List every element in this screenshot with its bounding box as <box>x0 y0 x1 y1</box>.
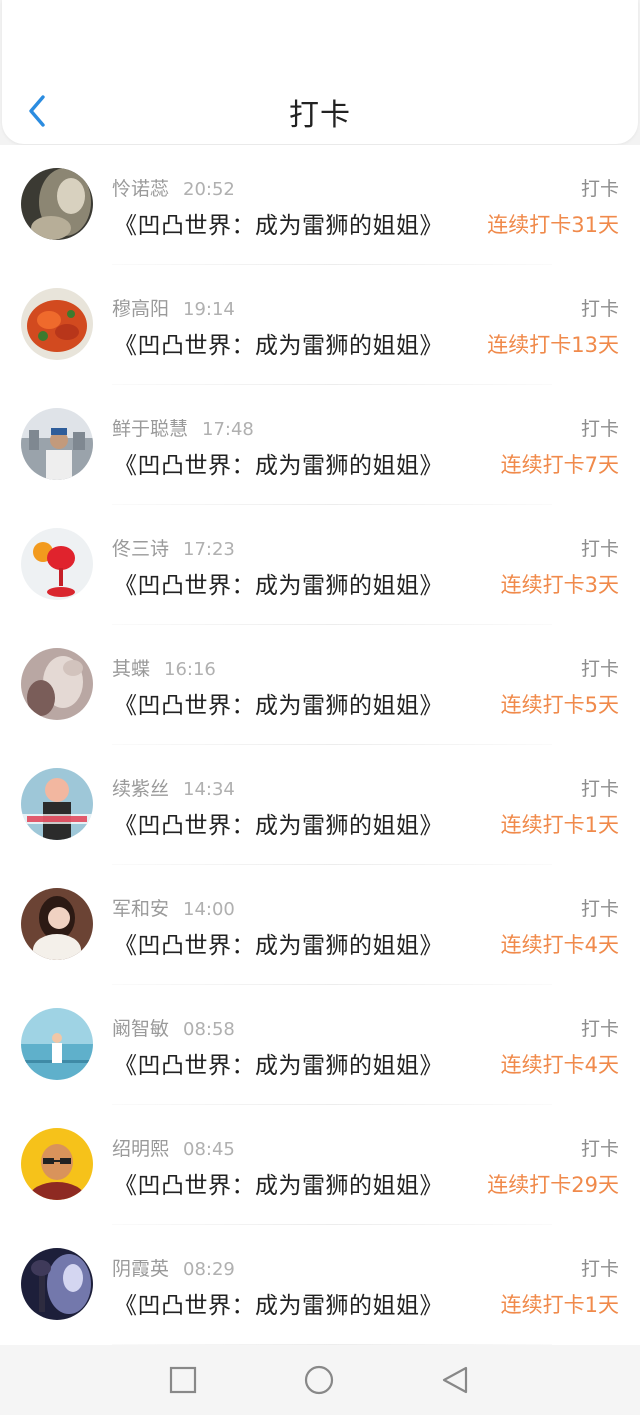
checkin-time: 08:45 <box>183 1139 235 1160</box>
home-button[interactable] <box>304 1365 334 1395</box>
list-item[interactable]: 其蝶 16:16 《凹凸世界：成为雷狮的姐姐》 打卡 连续打卡5天 <box>0 625 640 745</box>
streak-label: 连续打卡7天 <box>500 453 619 477</box>
user-name[interactable]: 军和安 <box>112 898 169 920</box>
streak-label: 连续打卡1天 <box>500 1293 619 1317</box>
avatar[interactable] <box>21 648 93 720</box>
book-title[interactable]: 《凹凸世界：成为雷狮的姐姐》 <box>114 686 443 720</box>
user-name[interactable]: 阴霞英 <box>112 1258 169 1280</box>
checkin-time: 14:34 <box>183 779 235 800</box>
checkin-time: 17:23 <box>183 539 235 560</box>
streak-label: 连续打卡31天 <box>487 213 619 237</box>
book-title[interactable]: 《凹凸世界：成为雷狮的姐姐》 <box>114 1166 443 1200</box>
checkin-label: 打卡 <box>580 538 619 560</box>
checkin-label: 打卡 <box>580 658 619 680</box>
checkin-time: 19:14 <box>183 299 235 320</box>
checkin-label: 打卡 <box>580 778 619 800</box>
list-item[interactable]: 绍明熙 08:45 《凹凸世界：成为雷狮的姐姐》 打卡 连续打卡29天 <box>0 1105 640 1225</box>
list-item[interactable]: 阚智敏 08:58 《凹凸世界：成为雷狮的姐姐》 打卡 连续打卡4天 <box>0 985 640 1105</box>
streak-label: 连续打卡4天 <box>500 933 619 957</box>
avatar[interactable] <box>21 408 93 480</box>
book-title[interactable]: 《凹凸世界：成为雷狮的姐姐》 <box>114 926 443 960</box>
list-item[interactable]: 鲜于聪慧 17:48 《凹凸世界：成为雷狮的姐姐》 打卡 连续打卡7天 <box>0 385 640 505</box>
user-name[interactable]: 鲜于聪慧 <box>112 418 188 440</box>
checkin-label: 打卡 <box>580 898 619 920</box>
top-bar: 打卡 <box>2 0 638 144</box>
checkin-time: 17:48 <box>202 419 254 440</box>
checkin-time: 16:16 <box>164 659 216 680</box>
avatar[interactable] <box>21 1008 93 1080</box>
avatar[interactable] <box>21 768 93 840</box>
book-title[interactable]: 《凹凸世界：成为雷狮的姐姐》 <box>114 1046 443 1080</box>
checkin-time: 20:52 <box>183 179 235 200</box>
system-nav-bar <box>0 1345 640 1415</box>
streak-label: 连续打卡1天 <box>500 813 619 837</box>
checkin-label: 打卡 <box>580 1018 619 1040</box>
avatar[interactable] <box>21 288 93 360</box>
checkin-label: 打卡 <box>580 1138 619 1160</box>
list-item[interactable]: 怜诺蕊 20:52 《凹凸世界：成为雷狮的姐姐》 打卡 连续打卡31天 <box>0 145 640 265</box>
triangle-back-icon <box>442 1366 468 1394</box>
checkin-label: 打卡 <box>580 418 619 440</box>
checkin-label: 打卡 <box>580 298 619 320</box>
user-name[interactable]: 怜诺蕊 <box>112 178 169 200</box>
nav-back-button[interactable] <box>440 1365 470 1395</box>
list-item[interactable]: 穆高阳 19:14 《凹凸世界：成为雷狮的姐姐》 打卡 连续打卡13天 <box>0 265 640 385</box>
square-icon <box>169 1366 197 1394</box>
streak-label: 连续打卡3天 <box>500 573 619 597</box>
avatar[interactable] <box>21 1248 93 1320</box>
page-title: 打卡 <box>289 98 351 133</box>
streak-label: 连续打卡4天 <box>500 1053 619 1077</box>
checkin-label: 打卡 <box>580 1258 619 1280</box>
streak-label: 连续打卡29天 <box>487 1173 619 1197</box>
avatar[interactable] <box>21 1128 93 1200</box>
book-title[interactable]: 《凹凸世界：成为雷狮的姐姐》 <box>114 806 443 840</box>
book-title[interactable]: 《凹凸世界：成为雷狮的姐姐》 <box>114 326 443 360</box>
list-item[interactable]: 佟三诗 17:23 《凹凸世界：成为雷狮的姐姐》 打卡 连续打卡3天 <box>0 505 640 625</box>
book-title[interactable]: 《凹凸世界：成为雷狮的姐姐》 <box>114 566 443 600</box>
list-item[interactable]: 军和安 14:00 《凹凸世界：成为雷狮的姐姐》 打卡 连续打卡4天 <box>0 865 640 985</box>
checkin-time: 14:00 <box>183 899 235 920</box>
book-title[interactable]: 《凹凸世界：成为雷狮的姐姐》 <box>114 206 443 240</box>
streak-label: 连续打卡5天 <box>500 693 619 717</box>
checkin-time: 08:58 <box>183 1019 235 1040</box>
user-name[interactable]: 绍明熙 <box>112 1138 169 1160</box>
circle-icon <box>304 1365 334 1395</box>
list-item[interactable]: 续紫丝 14:34 《凹凸世界：成为雷狮的姐姐》 打卡 连续打卡1天 <box>0 745 640 865</box>
avatar[interactable] <box>21 888 93 960</box>
user-name[interactable]: 穆高阳 <box>112 298 169 320</box>
user-name[interactable]: 阚智敏 <box>112 1018 169 1040</box>
user-name[interactable]: 佟三诗 <box>112 538 169 560</box>
streak-label: 连续打卡13天 <box>487 333 619 357</box>
avatar[interactable] <box>21 168 93 240</box>
recent-apps-button[interactable] <box>168 1365 198 1395</box>
avatar[interactable] <box>21 528 93 600</box>
user-name[interactable]: 其蝶 <box>112 658 150 680</box>
checkin-time: 08:29 <box>183 1259 235 1280</box>
checkin-label: 打卡 <box>580 178 619 200</box>
book-title[interactable]: 《凹凸世界：成为雷狮的姐姐》 <box>114 1286 443 1320</box>
list-item[interactable]: 阴霞英 08:29 《凹凸世界：成为雷狮的姐姐》 打卡 连续打卡1天 <box>0 1225 640 1345</box>
user-name[interactable]: 续紫丝 <box>112 778 169 800</box>
book-title[interactable]: 《凹凸世界：成为雷狮的姐姐》 <box>114 446 443 480</box>
checkin-list: 怜诺蕊 20:52 《凹凸世界：成为雷狮的姐姐》 打卡 连续打卡31天 穆高阳 19… <box>0 145 640 1345</box>
